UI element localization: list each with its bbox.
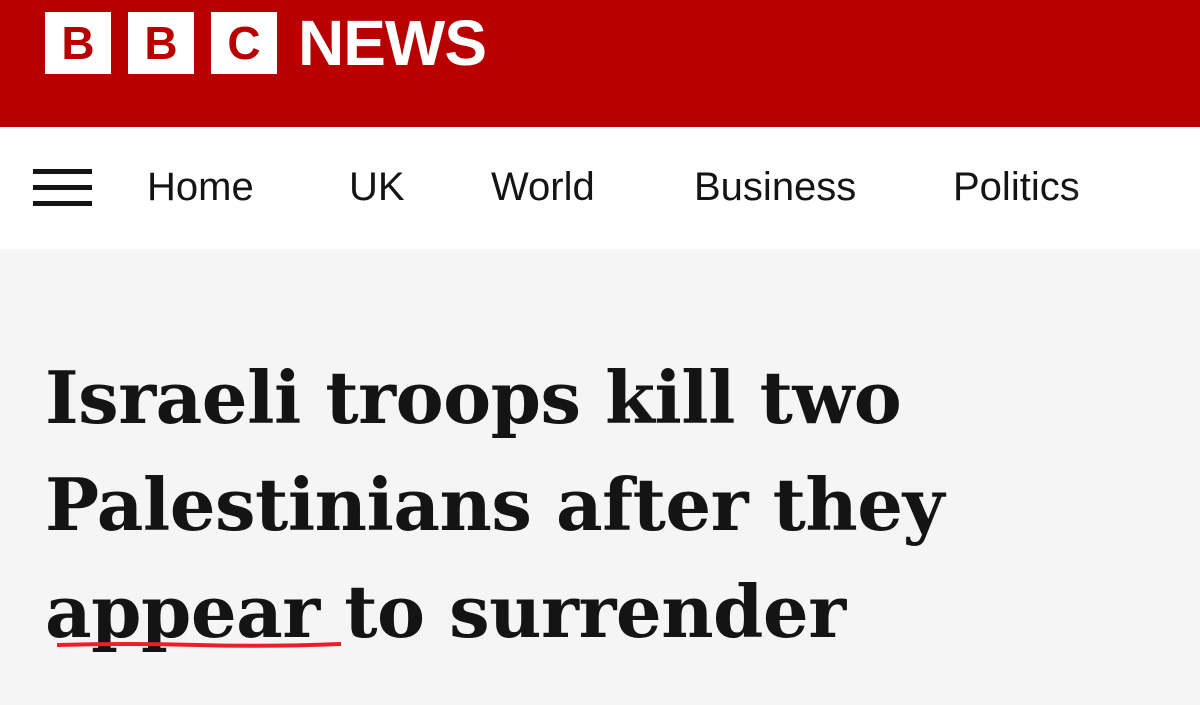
logo-letter-c: C [211,12,277,74]
nav-item-uk[interactable]: UK [349,163,405,211]
nav-item-business[interactable]: Business [694,163,856,211]
nav-bar: Home UK World Business Politics [0,127,1200,249]
article-headline: Israeli troops kill two Palestinians aft… [45,344,1165,665]
masthead: B B C NEWS [0,0,1200,127]
logo-letter-b2: B [128,12,194,74]
logo-news-word: NEWS [298,7,487,79]
page: B B C NEWS Home UK World Business Politi… [0,0,1200,705]
nav-item-world[interactable]: World [491,163,595,211]
hamburger-menu-icon[interactable] [33,167,92,209]
headline-line: Israeli troops kill two [45,355,902,440]
menu-line-icon [33,185,92,190]
bbc-news-logo[interactable]: B B C NEWS [45,7,487,79]
headline-line: Palestinians after they [45,462,944,547]
nav-item-home[interactable]: Home [147,163,254,211]
nav-scroll-fade [1070,127,1200,249]
red-underline-annotation [57,642,341,648]
nav-item-politics[interactable]: Politics [953,163,1080,211]
menu-line-icon [33,169,92,174]
menu-line-icon [33,201,92,206]
logo-letter-b1: B [45,12,111,74]
headline-line: appear to surrender [45,569,846,654]
